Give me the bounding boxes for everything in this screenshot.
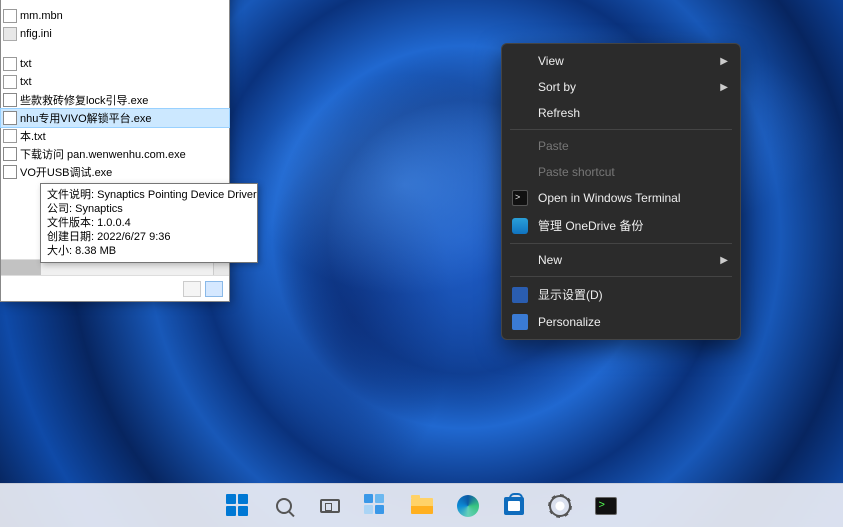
menu-label: Open in Windows Terminal [538,191,681,205]
menu-personalize[interactable]: Personalize [502,309,740,335]
file-explorer-button[interactable] [402,486,442,526]
menu-new[interactable]: New ▶ [502,247,740,273]
menu-label: 管理 OneDrive 备份 [538,217,643,234]
taskview-icon [320,499,340,513]
desktop-context-menu: View ▶ Sort by ▶ Refresh Paste Paste short… [501,43,741,340]
menu-open-terminal[interactable]: Open in Windows Terminal [502,185,740,211]
file-name: 些款救砖修复lock引导.exe [20,92,148,108]
file-icon [3,129,17,143]
file-row[interactable]: VO开USB调试.exe [1,163,229,181]
file-name: VO开USB调试.exe [20,164,112,180]
tooltip-line: 公司: Synaptics [47,202,251,216]
submenu-arrow-icon: ▶ [720,82,728,93]
scrollbar-thumb[interactable] [1,260,41,275]
menu-paste-shortcut: Paste shortcut [502,159,740,185]
store-button[interactable] [494,486,534,526]
menu-label: Sort by [538,80,576,94]
submenu-arrow-icon: ▶ [720,56,728,67]
file-icon [3,111,17,125]
file-name: txt [20,58,32,70]
file-icon [3,57,17,71]
file-name: txt [20,76,32,88]
submenu-arrow-icon: ▶ [720,255,728,266]
file-name: 本.txt [20,128,46,144]
menu-sort-by[interactable]: Sort by ▶ [502,74,740,100]
task-view-button[interactable] [310,486,350,526]
file-list: mm.mbn nfig.ini txt txt 些款救砖修复lock引导.exe… [1,0,229,181]
edge-icon [457,495,479,517]
file-row-selected[interactable]: nhu专用VIVO解锁平台.exe [1,109,229,127]
tooltip-line: 创建日期: 2022/6/27 9:36 [47,230,251,244]
file-icon [3,93,17,107]
menu-label: 显示设置(D) [538,286,603,303]
file-row[interactable]: 下载访问 pan.wenwenhu.com.exe [1,145,229,163]
terminal-icon [512,190,528,206]
start-button[interactable] [218,486,258,526]
menu-display-settings[interactable]: 显示设置(D) [502,280,740,309]
menu-label: Refresh [538,106,580,120]
explorer-statusbar [1,275,229,301]
store-icon [504,497,524,515]
taskbar [0,483,843,527]
onedrive-icon [512,218,528,234]
explorer-icon [411,498,433,514]
display-icon [512,287,528,303]
menu-label: New [538,253,562,267]
file-row[interactable]: mm.mbn [1,7,229,25]
menu-label: Paste [538,139,569,153]
settings-button[interactable] [540,486,580,526]
menu-separator [510,129,732,130]
file-icon [3,165,17,179]
file-name: mm.mbn [20,10,63,22]
widgets-button[interactable] [356,486,396,526]
menu-label: View [538,54,564,68]
file-icon [3,147,17,161]
settings-icon [549,495,571,517]
tooltip-line: 文件说明: Synaptics Pointing Device Driver [47,188,251,202]
file-row[interactable]: txt [1,73,229,91]
edge-button[interactable] [448,486,488,526]
file-row[interactable]: 本.txt [1,127,229,145]
start-icon [226,494,250,518]
file-row[interactable]: nfig.ini [1,25,229,43]
menu-refresh[interactable]: Refresh [502,100,740,126]
menu-paste: Paste [502,133,740,159]
menu-view[interactable]: View ▶ [502,48,740,74]
menu-onedrive[interactable]: 管理 OneDrive 备份 [502,211,740,240]
file-name: 下载访问 pan.wenwenhu.com.exe [20,146,186,162]
menu-separator [510,276,732,277]
terminal-button[interactable] [586,486,626,526]
tooltip-line: 大小: 8.38 MB [47,244,251,258]
personalize-icon [512,314,528,330]
file-row[interactable]: txt [1,55,229,73]
file-row[interactable]: 些款救砖修复lock引导.exe [1,91,229,109]
view-mode-details-button[interactable] [205,281,223,297]
terminal-icon [595,497,617,515]
view-mode-list-button[interactable] [183,281,201,297]
widgets-icon [364,494,388,518]
tooltip-line: 文件版本: 1.0.0.4 [47,216,251,230]
menu-label: Personalize [538,315,601,329]
menu-separator [510,243,732,244]
file-name: nfig.ini [20,28,52,40]
search-button[interactable] [264,486,304,526]
search-icon [276,498,292,514]
file-name: nhu专用VIVO解锁平台.exe [20,110,151,126]
file-tooltip: 文件说明: Synaptics Pointing Device Driver 公… [40,183,258,263]
menu-label: Paste shortcut [538,165,615,179]
file-icon [3,75,17,89]
file-icon [3,9,17,23]
file-icon [3,27,17,41]
